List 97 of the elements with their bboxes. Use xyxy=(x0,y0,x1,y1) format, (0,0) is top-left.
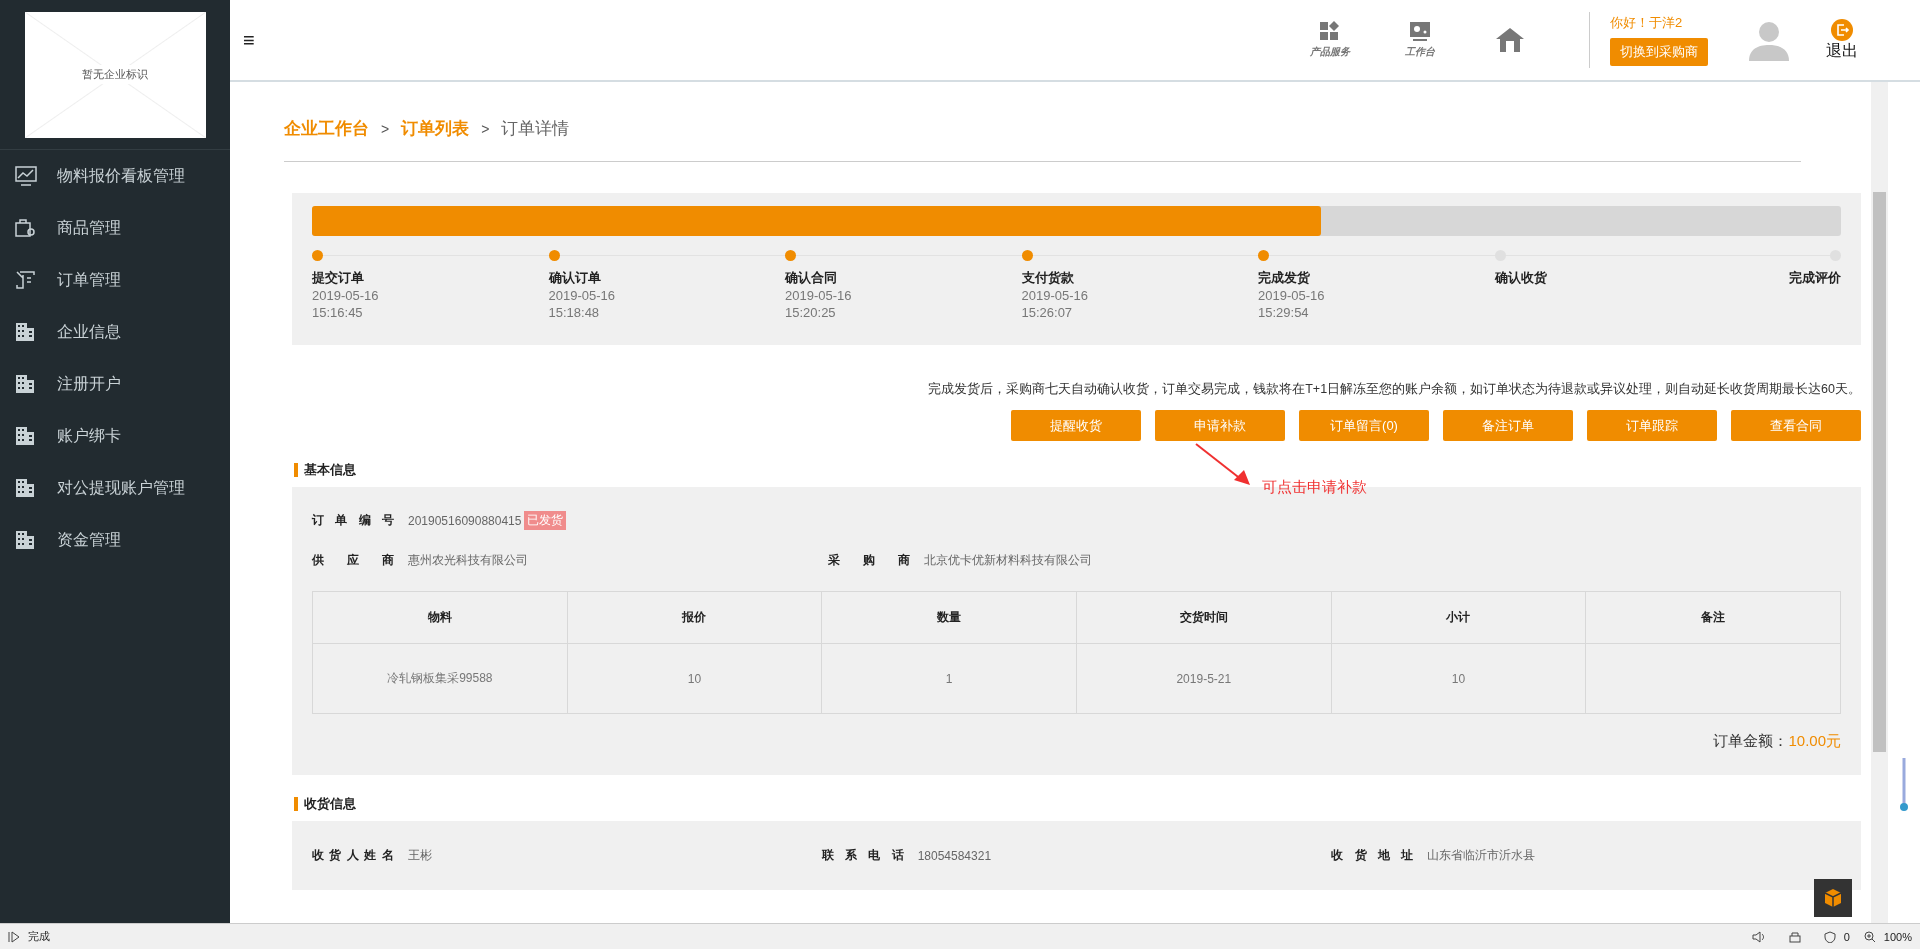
sidebar-item[interactable]: 订单管理 xyxy=(0,254,230,306)
thermometer-icon xyxy=(1899,757,1909,813)
notice-text: 完成发货后，采购商七天自动确认收货，订单交易完成，钱款将在T+1日解冻至您的账户余额，如订单状态为待退款或异议处理，则自动延长收货周期最长达60天。 xyxy=(927,381,1861,398)
section-title: 收货信息 xyxy=(294,797,1861,811)
logout-icon xyxy=(1831,18,1853,41)
column-header: 数量 xyxy=(821,591,1077,644)
step-date: 2019-05-16 xyxy=(785,287,852,304)
action-button[interactable]: 查看合同 xyxy=(1731,410,1861,441)
field-value: 北京优卡优新材料科技有限公司 xyxy=(924,552,1092,569)
table-cell: 2019-5-21 xyxy=(1076,643,1332,714)
step-date: 2019-05-16 xyxy=(1258,287,1325,304)
sidebar-item[interactable]: 商品管理 xyxy=(0,202,230,254)
scrollbar-thumb[interactable] xyxy=(1873,192,1886,752)
field-label: 收 货 人 姓 名 xyxy=(312,847,394,864)
field-value: 王彬 xyxy=(408,847,432,864)
building-icon xyxy=(15,322,37,342)
field-value: 惠州农光科技有限公司 xyxy=(408,552,529,569)
monitor-chart-icon xyxy=(15,166,37,186)
shield-icon[interactable] xyxy=(1823,930,1836,943)
column-header: 报价 xyxy=(567,591,822,644)
total-label: 订单金额： xyxy=(1713,732,1789,751)
action-button[interactable]: 订单留言(0) xyxy=(1299,410,1429,441)
column-header: 交货时间 xyxy=(1076,591,1332,644)
blocks-icon xyxy=(1320,21,1340,43)
total-amount: 10.00元 xyxy=(1788,732,1841,751)
sidebar-item[interactable]: 企业信息 xyxy=(0,306,230,358)
shortcut-link[interactable]: 产品服务 xyxy=(1285,21,1375,59)
field-value: 18054584321 xyxy=(917,848,992,863)
step-date: 2019-05-16 xyxy=(1021,287,1088,304)
action-button[interactable]: 订单跟踪 xyxy=(1587,410,1717,441)
play-icon[interactable] xyxy=(8,930,20,943)
sidebar-item[interactable]: 注册开户 xyxy=(0,358,230,410)
order-number: 20190516090880415 xyxy=(408,513,522,528)
house-logo-icon xyxy=(1495,27,1525,53)
table-cell: 10 xyxy=(567,643,822,714)
step-time: 15:16:45 xyxy=(312,304,363,321)
step-label: 确认订单 xyxy=(548,269,601,287)
gear-monitor-icon xyxy=(1409,21,1431,43)
building-icon xyxy=(15,426,37,446)
greeting-text: 你好！于洋2 xyxy=(1610,14,1683,32)
step-time: 15:29:54 xyxy=(1258,304,1309,321)
building-icon xyxy=(15,530,37,550)
switch-role-button[interactable]: 切换到采购商 xyxy=(1610,38,1708,66)
table-cell: 冷轧钢板集采99588 xyxy=(312,643,568,714)
step-label: 确认合同 xyxy=(785,269,837,287)
breadcrumb-current: 订单详情 xyxy=(501,118,570,140)
section-title: 基本信息 xyxy=(294,463,1861,477)
lock-icon[interactable] xyxy=(1787,930,1802,943)
logout-link[interactable]: 退出 xyxy=(1826,18,1858,62)
status-text: 完成 xyxy=(28,929,50,944)
field-label: 供 应 商 xyxy=(312,552,394,569)
step-time: 15:18:48 xyxy=(548,304,600,321)
zoom-level: 100% xyxy=(1883,930,1912,943)
field-label: 订 单 编 号 xyxy=(312,512,394,529)
table-cell: 10 xyxy=(1331,643,1586,714)
step-time: 15:26:07 xyxy=(1021,304,1073,321)
shortcut-link[interactable]: 工作台 xyxy=(1375,21,1465,59)
menu-icon[interactable]: ≡ xyxy=(243,28,255,52)
step-time: 15:20:25 xyxy=(785,304,836,321)
breadcrumb-link[interactable]: 企业工作台 xyxy=(284,117,369,140)
table-cell: 1 xyxy=(821,643,1077,714)
building-icon xyxy=(15,374,37,394)
action-button[interactable]: 备注订单 xyxy=(1443,410,1573,441)
field-label: 收 货 地 址 xyxy=(1331,847,1414,864)
step-label: 完成评价 xyxy=(1789,269,1841,287)
document-pen-icon xyxy=(15,270,37,290)
status-badge: 已发货 xyxy=(524,511,567,530)
zoom-icon[interactable] xyxy=(1863,930,1876,943)
breadcrumb-separator: > xyxy=(481,120,490,137)
box-icon xyxy=(1823,888,1843,908)
sidebar-item[interactable]: 对公提现账户管理 xyxy=(0,462,230,514)
bag-gear-icon xyxy=(15,218,37,238)
column-header: 小计 xyxy=(1331,591,1586,644)
sidebar-item[interactable]: 账户绑卡 xyxy=(0,410,230,462)
action-button[interactable]: 提醒收货 xyxy=(1011,410,1141,441)
sidebar-item[interactable]: 物料报价看板管理 xyxy=(0,150,230,202)
logo-placeholder-text: 暂无企业标识 xyxy=(80,65,150,84)
field-label: 联 系 电 话 xyxy=(821,847,904,864)
column-header: 物料 xyxy=(312,591,568,644)
floating-box-button[interactable] xyxy=(1814,879,1852,917)
step-label: 支付货款 xyxy=(1021,269,1074,287)
step-date: 2019-05-16 xyxy=(312,287,379,304)
step-label: 提交订单 xyxy=(312,269,364,287)
field-value: 山东省临沂市沂水县 xyxy=(1427,847,1536,864)
step-label: 完成发货 xyxy=(1258,269,1310,287)
action-button[interactable]: 申请补款 xyxy=(1155,410,1285,441)
speaker-icon[interactable] xyxy=(1751,930,1766,943)
step-label: 确认收货 xyxy=(1494,269,1547,287)
step-date: 2019-05-16 xyxy=(548,287,615,304)
field-label: 采 购 商 xyxy=(828,552,910,569)
breadcrumb-separator: > xyxy=(381,120,390,137)
blocked-count: 0 xyxy=(1843,930,1850,943)
annotation-text: 可点击申请补款 xyxy=(1262,478,1367,497)
sidebar-item[interactable]: 资金管理 xyxy=(0,514,230,566)
breadcrumb-link[interactable]: 订单列表 xyxy=(401,117,470,140)
column-header: 备注 xyxy=(1585,591,1841,644)
building-icon xyxy=(15,478,37,498)
